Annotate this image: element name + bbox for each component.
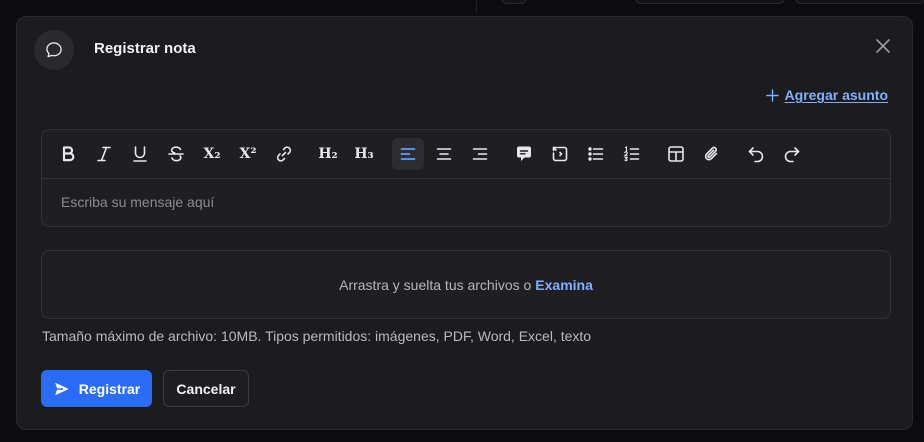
send-icon (55, 382, 69, 395)
submit-label: Registrar (78, 380, 141, 397)
close-icon (876, 39, 890, 53)
link-button[interactable] (268, 138, 300, 170)
align-right-button[interactable] (464, 138, 496, 170)
code-block-icon (552, 146, 568, 162)
subscript-button[interactable]: X₂ (196, 138, 228, 170)
redo-button[interactable] (776, 138, 808, 170)
message-input[interactable]: Escriba su mensaje aquí (42, 179, 890, 227)
plus-icon (765, 88, 779, 102)
file-upload-hint: Tamaño máximo de archivo: 10MB. Tipos pe… (42, 328, 592, 344)
attachment-button[interactable] (696, 138, 728, 170)
italic-icon (97, 146, 111, 162)
background-avatar (501, 0, 527, 4)
background-field (795, 0, 924, 4)
chat-bubble-icon (34, 30, 74, 70)
heading-2-button[interactable]: H₂ (312, 138, 344, 170)
table-button[interactable] (660, 138, 692, 170)
underline-button[interactable] (124, 138, 156, 170)
submit-button[interactable]: Registrar (41, 370, 152, 407)
superscript-button[interactable]: X² (232, 138, 264, 170)
dropzone-text: Arrastra y suelta tus archivos o (339, 276, 532, 293)
undo-icon (748, 147, 764, 163)
link-icon (276, 146, 292, 162)
italic-button[interactable] (88, 138, 120, 170)
align-right-icon (472, 148, 488, 160)
code-block-button[interactable] (544, 138, 576, 170)
align-center-button[interactable] (428, 138, 460, 170)
undo-button[interactable] (740, 138, 772, 170)
comment-button[interactable] (508, 138, 540, 170)
strikethrough-button[interactable] (160, 138, 192, 170)
add-subject-label: Agregar asunto (784, 87, 888, 103)
rich-text-editor: X₂ X² H₂ H₃ Escriba su mensaje aquí (41, 129, 891, 227)
comment-icon (517, 146, 531, 161)
align-center-icon (436, 148, 452, 160)
bold-icon (62, 146, 75, 162)
strikethrough-icon (168, 146, 184, 162)
browse-link[interactable]: Examina (535, 277, 593, 293)
register-note-dialog: Registrar nota Agregar asunto X₂ X² H₂ H… (16, 16, 913, 430)
cancel-button[interactable]: Cancelar (163, 370, 249, 407)
close-button[interactable] (872, 35, 894, 57)
bold-button[interactable] (52, 138, 84, 170)
bullet-list-button[interactable] (580, 138, 612, 170)
background-toolbar-strip (476, 0, 924, 14)
heading-3-button[interactable]: H₃ (348, 138, 380, 170)
file-dropzone[interactable]: Arrastra y suelta tus archivos o Examina (41, 250, 891, 319)
align-left-icon (400, 148, 416, 160)
numbered-list-icon (623, 146, 640, 162)
dialog-title: Registrar nota (94, 40, 196, 57)
align-left-button[interactable] (392, 138, 424, 170)
numbered-list-button[interactable] (616, 138, 648, 170)
underline-icon (133, 146, 147, 162)
paperclip-icon (704, 146, 718, 161)
table-icon (668, 146, 684, 162)
add-subject-link[interactable]: Agregar asunto (765, 87, 888, 103)
editor-toolbar: X₂ X² H₂ H₃ (42, 130, 890, 179)
background-field (635, 0, 785, 4)
bullet-list-icon (588, 147, 604, 161)
redo-icon (784, 147, 800, 163)
